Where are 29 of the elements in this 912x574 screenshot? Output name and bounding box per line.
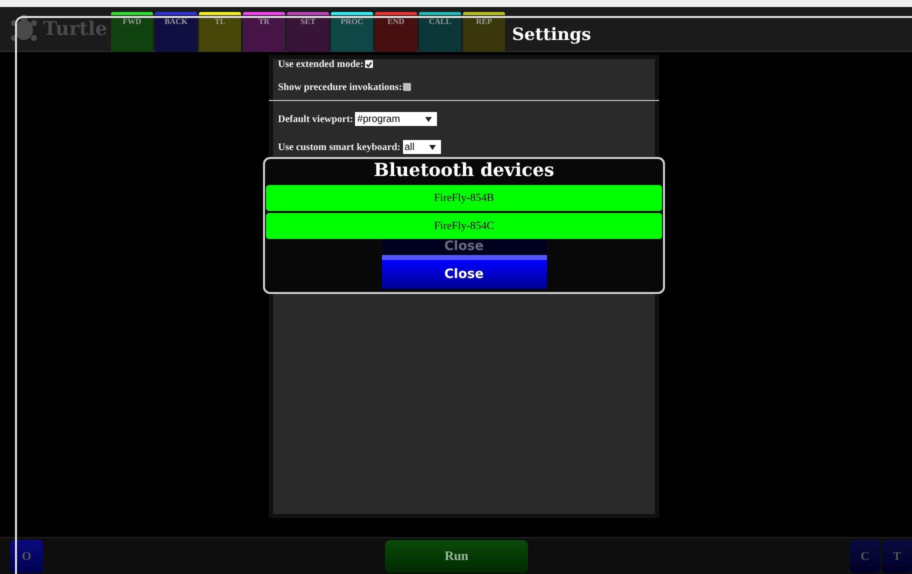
toolbar-button[interactable]: T bbox=[882, 540, 912, 572]
dropdown[interactable]: all bbox=[402, 140, 440, 154]
setting-label: Use extended mode: bbox=[278, 58, 364, 70]
command-tile[interactable]: REP bbox=[463, 12, 505, 52]
setting-label: Default viewport: bbox=[278, 114, 354, 124]
device-button[interactable]: FireFly-854B bbox=[266, 185, 662, 211]
dropdown[interactable]: #program bbox=[355, 112, 438, 126]
run-button[interactable]: Run bbox=[385, 540, 528, 572]
command-tile[interactable]: TR bbox=[243, 12, 285, 52]
close-button[interactable]: Close bbox=[382, 239, 546, 254]
command-tile[interactable]: PROC bbox=[331, 12, 373, 52]
caret-icon bbox=[428, 144, 436, 150]
command-tile[interactable]: BACK bbox=[155, 12, 197, 52]
checkbox[interactable] bbox=[364, 60, 373, 68]
dialog-title: Bluetooth devices bbox=[374, 159, 554, 183]
device-button[interactable]: FireFly-854C bbox=[266, 213, 662, 239]
turtle-icon bbox=[10, 14, 38, 44]
close-button[interactable]: Close bbox=[382, 255, 546, 289]
command-tile[interactable]: FWD bbox=[111, 12, 153, 52]
setting-label: Show precedure invokations: bbox=[278, 82, 402, 92]
command-tile[interactable]: CALL bbox=[419, 12, 461, 52]
toolbar-button[interactable]: C bbox=[850, 540, 880, 572]
command-tile[interactable]: END bbox=[375, 12, 417, 52]
checkbox[interactable] bbox=[403, 83, 412, 91]
caret-icon bbox=[425, 116, 432, 122]
command-tile[interactable]: SET bbox=[287, 12, 329, 52]
command-tile[interactable]: TL bbox=[199, 12, 241, 52]
page-title: Settings bbox=[512, 25, 592, 45]
setting-label: Use custom smart keyboard: bbox=[278, 142, 400, 152]
